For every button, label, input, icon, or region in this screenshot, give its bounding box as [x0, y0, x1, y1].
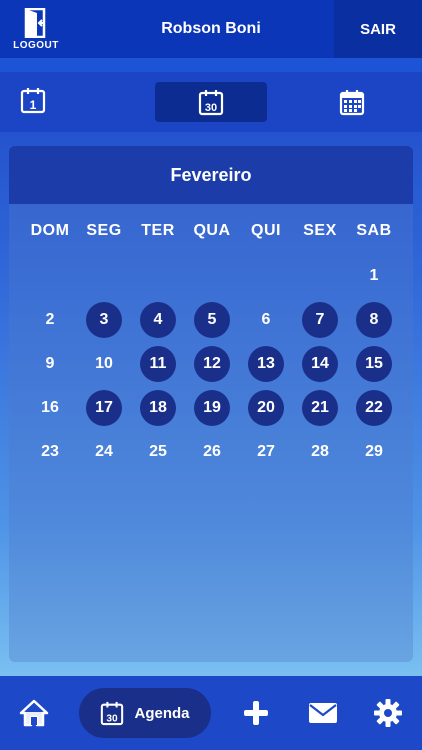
calendar-day-marked[interactable]: 13	[248, 346, 284, 382]
calendar-day-marked[interactable]: 22	[356, 390, 392, 426]
calendar-day-marked[interactable]: 20	[248, 390, 284, 426]
add-button[interactable]	[236, 676, 276, 750]
tab-year-view[interactable]	[296, 82, 408, 122]
calendar-day-marked[interactable]: 19	[194, 390, 230, 426]
weekday-label: SAB	[356, 222, 392, 239]
calendar-day[interactable]: 9	[32, 346, 68, 382]
calendar-month-icon: 30	[198, 90, 224, 116]
month-title: Fevereiro	[9, 146, 413, 204]
weekday-label: SEX	[303, 222, 337, 239]
svg-text:30: 30	[107, 713, 119, 724]
weekday-label: QUI	[251, 222, 281, 239]
settings-button[interactable]	[368, 676, 408, 750]
calendar-day[interactable]: 10	[86, 346, 122, 382]
top-header: LOGOUT Robson Boni SAIR	[0, 0, 422, 58]
calendar-day-marked[interactable]: 5	[194, 302, 230, 338]
agenda-button[interactable]: 30 Agenda	[79, 688, 211, 738]
calendar-day-marked[interactable]: 18	[140, 390, 176, 426]
calendar-day[interactable]: 16	[32, 390, 68, 426]
calendar-day-marked[interactable]: 3	[86, 302, 122, 338]
weekday-label: TER	[141, 222, 175, 239]
calendar-day-marked[interactable]: 11	[140, 346, 176, 382]
gear-icon	[374, 699, 402, 727]
weekday-label: QUA	[193, 222, 231, 239]
mail-icon	[309, 703, 337, 723]
calendar-agenda-icon: 30	[101, 701, 124, 726]
calendar-day-marked[interactable]: 12	[194, 346, 230, 382]
calendar-day[interactable]: 6	[248, 302, 284, 338]
weekday-label: DOM	[30, 222, 70, 239]
home-icon	[19, 699, 49, 727]
calendar-grid-icon	[339, 90, 365, 116]
weekday-header: DOM SEG TER QUA QUI SEX SAB	[23, 222, 399, 248]
plus-icon	[244, 701, 268, 725]
calendar-day[interactable]: 29	[356, 434, 392, 470]
header-divider	[0, 58, 422, 72]
user-name: Robson Boni	[161, 20, 261, 37]
exit-button[interactable]: SAIR	[334, 0, 422, 58]
calendar-day-marked[interactable]: 17	[86, 390, 122, 426]
logout-button[interactable]: LOGOUT	[0, 0, 72, 58]
calendar-day[interactable]: 28	[302, 434, 338, 470]
calendar-day-marked[interactable]: 21	[302, 390, 338, 426]
calendar-day-marked[interactable]: 4	[140, 302, 176, 338]
weekday-label: SEG	[86, 222, 122, 239]
calendar-day[interactable]: 24	[86, 434, 122, 470]
messages-button[interactable]	[302, 676, 344, 750]
view-tabs: 1 30	[0, 72, 422, 132]
tab-month-view[interactable]: 30	[155, 82, 267, 122]
calendar-day-icon: 1	[20, 88, 46, 114]
calendar-day[interactable]: 27	[248, 434, 284, 470]
home-button[interactable]	[12, 676, 56, 750]
calendar-day[interactable]: 1	[356, 258, 392, 294]
svg-text:30: 30	[205, 102, 217, 114]
calendar-day-marked[interactable]: 7	[302, 302, 338, 338]
calendar-day[interactable]: 25	[140, 434, 176, 470]
calendar-day-marked[interactable]: 14	[302, 346, 338, 382]
calendar-day-marked[interactable]: 8	[356, 302, 392, 338]
calendar-day[interactable]: 2	[32, 302, 68, 338]
bottom-navigation: 30 Agenda	[0, 676, 422, 750]
door-exit-icon	[24, 7, 46, 38]
calendar-day[interactable]: 26	[194, 434, 230, 470]
tab-day-view[interactable]: 1	[15, 82, 51, 118]
calendar-day-marked[interactable]: 15	[356, 346, 392, 382]
agenda-label: Agenda	[134, 704, 190, 722]
logout-label: LOGOUT	[13, 39, 59, 51]
calendar-day[interactable]: 23	[32, 434, 68, 470]
day-grid: 1 2 3 4 5 6 7 8 9 10 11 12 13 14 15 16 17 18 19 20 21 22 23 24 2…	[23, 258, 399, 488]
svg-text:1: 1	[30, 98, 37, 112]
